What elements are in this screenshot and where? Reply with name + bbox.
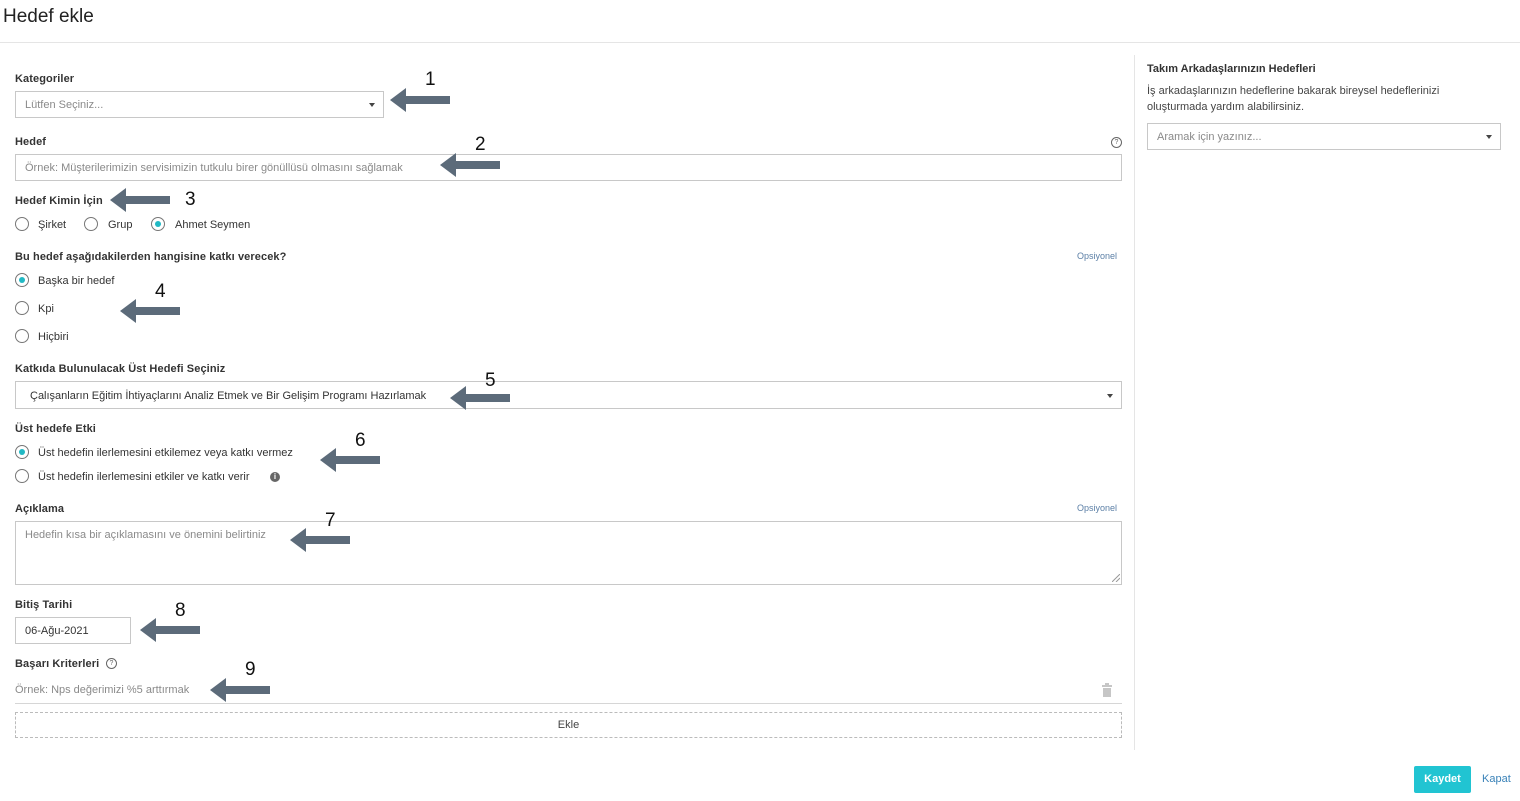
radio-baska-hedef-label: Başka bir hedef [38,275,115,287]
annotation-number-5: 5 [485,370,496,391]
annotation-number-4: 4 [155,281,166,302]
annotation-arrow-7 [290,528,350,552]
help-icon[interactable]: ? [1111,137,1122,148]
side-search-select[interactable]: Aramak için yazınız... [1147,123,1501,150]
annotation-arrow-8 [140,618,200,642]
annotation-number-2: 2 [475,134,486,155]
katki-optional: Opsiyonel [1077,251,1118,261]
chevron-down-icon [1486,135,1492,139]
annotation-number-8: 8 [175,600,186,621]
chevron-down-icon [369,103,375,107]
column-divider [1134,55,1135,750]
annotation-arrow-3 [110,188,170,212]
bitis-label: Bitiş Tarihi [15,599,73,611]
bitis-date-input[interactable]: 06-Ağu-2021 [15,617,131,644]
kategoriler-placeholder: Lütfen Seçiniz... [25,99,104,111]
radio-ahmet-seymen[interactable] [151,217,165,231]
help-icon[interactable]: ? [106,658,117,669]
header-divider [0,42,1520,43]
annotation-arrow-2 [440,153,500,177]
side-description: İş arkadaşlarınızın hedeflerine bakarak … [1147,85,1440,113]
resize-handle-icon[interactable] [1112,574,1120,582]
radio-kpi-label: Kpi [38,303,54,315]
aciklama-placeholder: Hedefin kısa bir açıklamasını ve önemini… [25,529,266,541]
ekle-button[interactable]: Ekle [15,712,1122,738]
basari-underline [15,703,1122,704]
radio-etkiler[interactable] [15,469,29,483]
radio-etkiler-label: Üst hedefin ilerlemesini etkiler ve katk… [38,471,250,483]
ust-hedef-label: Katkıda Bulunulacak Üst Hedefi Seçiniz [15,363,226,375]
hedef-input[interactable]: Örnek: Müşterilerimizin servisimizin tut… [15,154,1122,181]
radio-kpi[interactable] [15,301,29,315]
info-icon[interactable]: i [270,472,280,482]
aciklama-label: Açıklama [15,503,65,515]
ust-hedef-select[interactable]: Çalışanların Eğitim İhtiyaçlarını Analiz… [15,381,1122,409]
hedef-label: Hedef [15,136,47,148]
radio-sirket[interactable] [15,217,29,231]
annotation-arrow-6 [320,448,380,472]
bitis-value: 06-Ağu-2021 [25,625,89,637]
save-button[interactable]: Kaydet [1414,766,1471,793]
radio-sirket-label: Şirket [38,219,67,231]
side-search-placeholder: Aramak için yazınız... [1157,131,1262,143]
annotation-arrow-5 [450,386,510,410]
ust-etki-label: Üst hedefe Etki [15,423,96,435]
radio-baska-hedef[interactable] [15,273,29,287]
annotation-number-3: 3 [185,189,196,210]
kategoriler-select[interactable]: Lütfen Seçiniz... [15,91,384,118]
basari-input[interactable]: Örnek: Nps değerimizi %5 arttırmak [15,684,189,696]
radio-hicbiri[interactable] [15,329,29,343]
radio-grup-label: Grup [108,219,133,231]
radio-etkilemez[interactable] [15,445,29,459]
annotation-number-1: 1 [425,69,436,90]
ust-hedef-value: Çalışanların Eğitim İhtiyaçlarını Analiz… [30,390,427,402]
annotation-arrow-4 [120,299,180,323]
annotation-number-7: 7 [325,510,336,531]
radio-hicbiri-label: Hiçbiri [38,331,69,343]
basari-label: Başarı Kriterleri [15,658,100,670]
annotation-number-6: 6 [355,430,366,451]
radio-grup[interactable] [84,217,98,231]
aciklama-optional: Opsiyonel [1077,503,1118,513]
annotation-number-9: 9 [245,659,256,680]
annotation-arrow-9 [210,678,270,702]
page-title: Hedef ekle [3,6,94,27]
katki-label: Bu hedef aşağıdakilerden hangisine katkı… [15,251,287,263]
annotation-arrow-1 [390,88,450,112]
hedef-kimin-label: Hedef Kimin İçin [15,195,103,207]
hedef-placeholder: Örnek: Müşterilerimizin servisimizin tut… [25,162,403,174]
trash-icon[interactable] [1101,683,1113,697]
side-title: Takım Arkadaşlarınızın Hedefleri [1147,63,1316,75]
close-link[interactable]: Kapat [1482,773,1511,785]
aciklama-textarea[interactable]: Hedefin kısa bir açıklamasını ve önemini… [15,521,1122,585]
kategoriler-label: Kategoriler [15,73,75,85]
radio-etkilemez-label: Üst hedefin ilerlemesini etkilemez veya … [38,447,293,459]
radio-ahmet-seymen-label: Ahmet Seymen [175,219,251,231]
chevron-down-icon [1107,394,1113,398]
